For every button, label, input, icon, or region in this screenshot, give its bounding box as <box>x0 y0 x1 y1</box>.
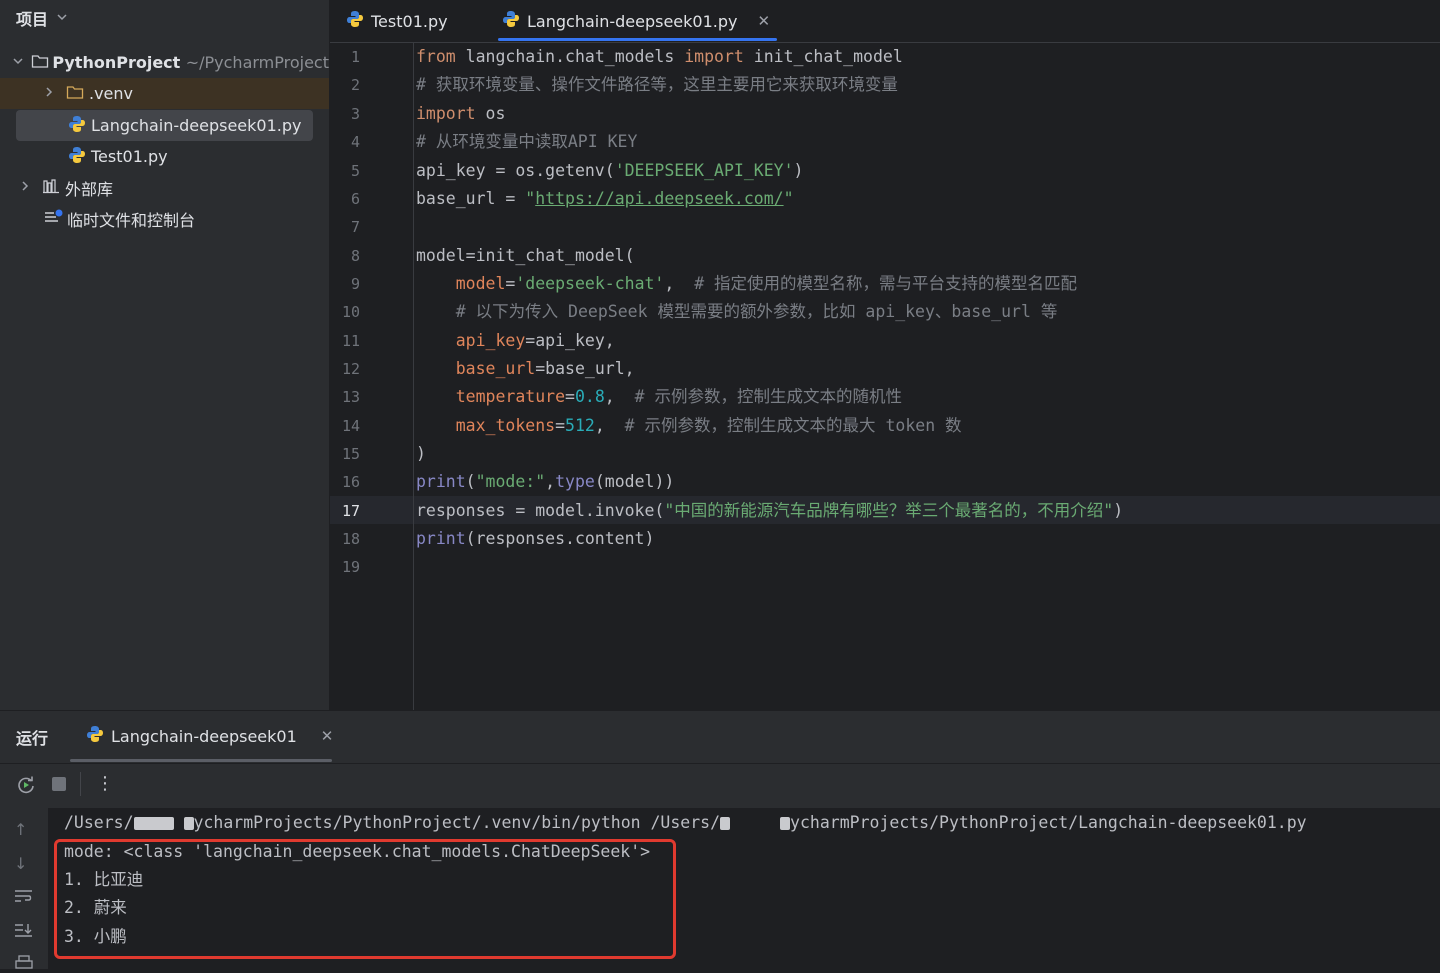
line-number: 7 <box>350 218 360 236</box>
python-file-icon <box>68 115 86 137</box>
line-number: 6 <box>350 190 360 208</box>
tree-item-test01[interactable]: Test01.py <box>0 141 329 172</box>
console-command-line: /Users/ycharmProjects/PythonProject/.ven… <box>64 813 1307 832</box>
code-line-3: import os <box>416 104 506 123</box>
line-number: 5 <box>350 162 360 180</box>
tree-item-label: .venv <box>89 84 134 103</box>
toolbar-divider <box>80 772 81 796</box>
code-line-16: print("mode:",type(model)) <box>416 472 675 491</box>
tree-item-pythonproject[interactable]: PythonProject ~/PycharmProject <box>0 47 329 78</box>
code-line-6: base_url = "https://api.deepseek.com/" <box>416 189 794 208</box>
tree-item-scratches[interactable]: 临时文件和控制台 <box>0 203 329 234</box>
python-file-icon <box>68 146 86 168</box>
project-view-title: 项目 <box>16 10 49 29</box>
project-sidebar: 项目 PythonProject ~/PycharmProject .venv <box>0 0 330 710</box>
run-toolbar: ⋮ <box>0 764 1440 808</box>
redacted-block <box>780 817 791 830</box>
run-tabbar: 运行 Langchain-deepseek01 ✕ <box>0 711 1440 764</box>
python-file-icon <box>502 10 520 32</box>
tree-item-label: Langchain-deepseek01.py <box>91 116 302 135</box>
code-line-5: api_key = os.getenv('DEEPSEEK_API_KEY') <box>416 161 804 180</box>
tab-test01[interactable]: Test01.py <box>346 0 448 42</box>
line-number: 19 <box>341 558 360 576</box>
active-tab-indicator <box>498 38 777 41</box>
line-number: 12 <box>341 360 360 378</box>
line-number: 14 <box>341 417 360 435</box>
tree-item-label: 外部库 <box>65 179 114 199</box>
code-line-15: ) <box>416 444 426 463</box>
project-view-header[interactable]: 项目 <box>16 6 68 30</box>
tab-langchain-deepseek01[interactable]: Langchain-deepseek01.py ✕ <box>502 0 770 42</box>
stop-icon[interactable] <box>51 776 67 796</box>
library-icon <box>42 178 60 198</box>
code-line-14: max_tokens=512, # 示例参数，控制生成文本的最大 token 数 <box>455 416 962 435</box>
redacted-block <box>133 817 174 830</box>
folder-icon <box>66 84 84 104</box>
line-number: 16 <box>341 473 360 491</box>
close-icon[interactable]: ✕ <box>757 12 770 30</box>
close-icon[interactable]: ✕ <box>321 727 334 745</box>
tab-run-config[interactable]: Langchain-deepseek01 ✕ <box>86 725 333 747</box>
chevron-right-icon[interactable] <box>18 180 32 195</box>
tree-item-external-libraries[interactable]: 外部库 <box>0 172 329 203</box>
line-number: 17 <box>341 502 360 520</box>
redacted-block <box>720 817 731 830</box>
line-number: 15 <box>341 445 360 463</box>
code-line-9: model='deepseek-chat', # 指定使用的模型名称，需与平台支… <box>455 274 1078 293</box>
line-number: 3 <box>350 105 360 123</box>
editor-tabbar: Test01.py Langchain-deepseek01.py ✕ <box>330 0 1440 43</box>
tree-item-label: Test01.py <box>91 147 168 166</box>
tab-label: Langchain-deepseek01.py <box>527 11 738 31</box>
rerun-icon[interactable] <box>16 775 36 799</box>
tree-item-langchain-deepseek01[interactable]: Langchain-deepseek01.py <box>16 110 313 141</box>
code-line-13: temperature=0.8, # 示例参数，控制生成文本的随机性 <box>455 387 902 406</box>
tree-item-path-hint: ~/PycharmProject <box>185 53 329 72</box>
code-line-2: # 获取环境变量、操作文件路径等，这里主要用它来获取环境变量 <box>416 75 898 94</box>
code-line-10: # 以下为传入 DeepSeek 模型需要的额外参数，比如 api_key、ba… <box>455 302 1058 321</box>
folder-icon <box>31 53 49 73</box>
redacted-block <box>183 817 194 830</box>
scratches-icon <box>44 209 64 229</box>
code-line-17: responses = model.invoke("中国的新能源汽车品牌有哪些？… <box>416 501 1124 520</box>
code-line-18: print(responses.content) <box>416 529 655 548</box>
tab-label: Test01.py <box>371 11 448 31</box>
line-number: 1 <box>350 48 360 66</box>
code-line-12: base_url=base_url, <box>455 359 635 378</box>
line-number: 4 <box>350 133 360 151</box>
tree-item-label: 临时文件和控制台 <box>67 210 196 230</box>
line-number: 11 <box>341 332 360 350</box>
line-number: 2 <box>350 76 360 94</box>
code-line-1: from langchain.chat_models import init_c… <box>416 47 903 66</box>
scroll-to-end-icon[interactable] <box>14 922 34 942</box>
console-side-toolbar: ↑ ↓ <box>0 808 48 969</box>
code-line-8: model=init_chat_model( <box>416 246 635 265</box>
python-file-icon <box>346 10 364 32</box>
code-editor[interactable]: Test01.py Langchain-deepseek01.py ✕ 1234… <box>330 0 1440 710</box>
line-number: 13 <box>341 388 360 406</box>
run-panel-title: 运行 <box>16 729 49 748</box>
chevron-right-icon[interactable] <box>42 86 56 101</box>
code-line-11: api_key=api_key, <box>455 331 615 350</box>
python-file-icon <box>86 725 104 747</box>
line-number: 8 <box>350 247 360 265</box>
chevron-down-icon[interactable] <box>12 55 24 70</box>
print-icon[interactable] <box>14 954 34 973</box>
chevron-down-icon[interactable] <box>56 11 68 26</box>
tree-item-venv[interactable]: .venv <box>0 78 329 109</box>
more-options-icon[interactable]: ⋮ <box>96 773 114 794</box>
code-line-4: # 从环境变量中读取API KEY <box>416 132 638 151</box>
run-tab-label: Langchain-deepseek01 <box>111 726 297 746</box>
tree-item-label: PythonProject <box>52 53 181 72</box>
soft-wrap-icon[interactable] <box>14 888 34 908</box>
line-number: 18 <box>341 530 360 548</box>
annotation-highlight-box <box>54 839 676 959</box>
arrow-down-icon[interactable]: ↓ <box>14 854 27 873</box>
arrow-up-icon[interactable]: ↑ <box>14 820 27 839</box>
line-number: 10 <box>341 303 360 321</box>
url-link[interactable]: https://api.deepseek.com/ <box>535 189 783 208</box>
line-number: 9 <box>350 275 360 293</box>
run-tab-indicator <box>70 759 332 762</box>
